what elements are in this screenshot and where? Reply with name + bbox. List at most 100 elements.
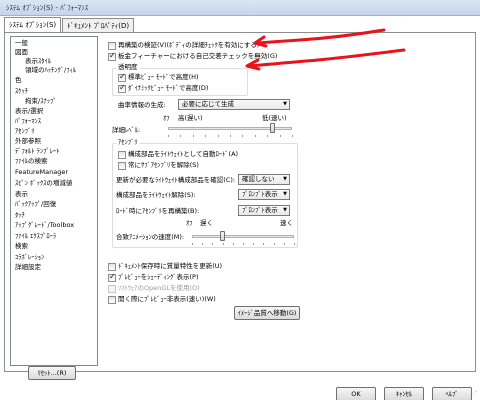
- image-quality-button[interactable]: ｲﾒｰｼﾞ品質へ移動(G): [234, 306, 300, 320]
- dyn-view-quality-checkbox[interactable]: [118, 83, 126, 93]
- slider-tick: [283, 243, 285, 245]
- curvature-value: 必要に応じて生成: [182, 100, 234, 108]
- tree-item-file-explorer[interactable]: ﾌｧｲﾙ ｴｸｽﾌﾟﾛｰﾗ: [15, 232, 56, 241]
- slider-tick: [232, 243, 234, 245]
- anim-speed-label: 合致ｱﾆﾒｰｼｮﾝの速度(M):: [116, 233, 185, 241]
- slider-tick: [205, 135, 207, 137]
- preview-shading-label: ﾌﾟﾚﾋﾞｭｰをｼｪｰﾃﾞｨﾝｸﾞ表示(P): [118, 273, 199, 281]
- tab-system-options[interactable]: ｼｽﾃﾑ ｵﾌﾟｼｮﾝ(S): [4, 17, 62, 32]
- tree-item-advanced[interactable]: 詳細設定: [15, 263, 41, 272]
- detail-high-label: 高(遅い): [178, 114, 203, 122]
- preview-shading-checkbox[interactable]: [108, 272, 116, 282]
- tree-item-colors[interactable]: 色: [15, 76, 22, 85]
- rebuild-on-load-select[interactable]: ﾌﾟﾛﾝﾌﾟﾄ表示 ▼: [238, 205, 290, 216]
- slider-tick: [217, 135, 219, 137]
- slider-tick: [230, 135, 231, 137]
- tree-item-display-style[interactable]: 表示ｽﾀｲﾙ: [25, 57, 51, 66]
- slider-tick: [273, 243, 275, 245]
- anim-fast-label: 速く: [280, 219, 293, 227]
- no-preview-open-label: 開く際にﾌﾟﾚﾋﾞｭｰ非表示(速い)(W): [118, 295, 216, 303]
- anim-off-label: ｵﾌ: [186, 219, 193, 227]
- slider-tick: [180, 135, 182, 137]
- tree-item-view[interactable]: 表示: [15, 190, 28, 199]
- slider-tick: [212, 243, 214, 245]
- tree-item-performance[interactable]: ﾊﾟﾌｫｰﾏﾝｽ: [15, 117, 41, 126]
- software-opengl-checkbox[interactable]: [108, 285, 116, 293]
- rebuild-on-load-label: ﾛｰﾄﾞ時にｱｾﾝﾌﾞﾘを再構築(B):: [116, 207, 200, 215]
- curvature-label: 曲率情報の生成:: [118, 101, 166, 109]
- tree-item-file-locations[interactable]: ﾌｧｲﾙの検索: [15, 157, 48, 166]
- chevron-down-icon: ▼: [283, 207, 287, 213]
- resolve-lightweight-value: ﾌﾟﾛﾝﾌﾟﾄ表示: [242, 190, 278, 198]
- tree-item-toolbox[interactable]: ｱｯﾌﾟｸﾞﾚｰﾄﾞ/Toolbox: [15, 221, 74, 230]
- title-bar: ｼｽﾃﾑ ｵﾌﾟｼｮﾝ(S) - ﾊﾟﾌｫｰﾏﾝｽ: [0, 0, 480, 16]
- tree-item-display-selection[interactable]: 表示/選択: [15, 107, 43, 116]
- tree-item-relations-snaps[interactable]: 拘束/ｽﾅｯﾌﾟ: [25, 97, 56, 106]
- slider-tick: [242, 135, 244, 137]
- slider-tick: [222, 243, 224, 245]
- slider-tick: [294, 243, 295, 245]
- slider-tick: [254, 135, 256, 137]
- reset-button[interactable]: ﾘｾｯﾄ...(R): [28, 366, 76, 380]
- auto-load-lightweight-checkbox[interactable]: [118, 151, 126, 159]
- check-outdated-select[interactable]: 確認しない ▼: [238, 174, 290, 185]
- detail-level-label: 詳細ﾚﾍﾞﾙ:: [112, 126, 141, 134]
- always-resolve-sub-label: 常にｻﾌﾞｱｾﾝﾌﾞﾘを解除(S): [128, 161, 199, 169]
- update-mass-checkbox[interactable]: [108, 263, 116, 271]
- tree-item-featuremanager[interactable]: FeatureManager: [15, 168, 68, 177]
- tree-item-search[interactable]: 検索: [15, 242, 28, 251]
- self-intersect-checkbox[interactable]: [108, 51, 116, 61]
- tree-item-sketch[interactable]: ｽｹｯﾁ: [15, 87, 28, 96]
- category-tree[interactable]: 一般 図面 表示ｽﾀｲﾙ 領域のﾊｯﾁﾝｸﾞ/ﾌｨﾙ 色 ｽｹｯﾁ 拘束/ｽﾅｯ…: [10, 36, 98, 366]
- chevron-down-icon: ▼: [283, 176, 287, 182]
- tree-item-default-templates[interactable]: ﾃﾞﾌｫﾙﾄ ﾃﾝﾌﾟﾚｰﾄ: [15, 147, 59, 156]
- curvature-select[interactable]: 必要に応じて生成 ▼: [178, 99, 290, 110]
- chevron-down-icon: ▼: [283, 191, 287, 197]
- tree-item-backup-recover[interactable]: ﾊﾞｯｸｱｯﾌﾟ/回復: [15, 200, 56, 209]
- transparency-group-label: 透明度: [116, 63, 140, 71]
- tree-item-external-references[interactable]: 外部参照: [15, 137, 41, 146]
- anim-speed-track[interactable]: [192, 235, 294, 238]
- assembly-group-label: ｱｾﾝﾌﾞﾘ: [116, 138, 140, 146]
- std-view-quality-label: 標準ﾋﾞｭｰ ﾓｰﾄﾞで高度(H): [128, 73, 199, 81]
- slider-tick: [168, 135, 169, 137]
- detail-level-slider-thumb[interactable]: [270, 123, 276, 133]
- slider-tick: [192, 243, 193, 245]
- resolve-lightweight-select[interactable]: ﾌﾟﾛﾝﾌﾟﾄ表示 ▼: [238, 189, 290, 200]
- window-title: ｼｽﾃﾑ ｵﾌﾟｼｮﾝ(S) - ﾊﾟﾌｫｰﾏﾝｽ: [6, 4, 89, 12]
- anim-speed-slider-thumb[interactable]: [219, 231, 225, 241]
- help-button[interactable]: ﾍﾙﾌﾟ: [432, 387, 472, 400]
- update-mass-label: ﾄﾞｷｭﾒﾝﾄ保存時に質量特性を更新(U): [118, 262, 223, 270]
- rebuild-on-load-value: ﾌﾟﾛﾝﾌﾟﾄ表示: [242, 206, 278, 214]
- self-intersect-label: 板金フィーチャーにおける自己交差チェックを無効(G): [118, 52, 278, 60]
- slider-tick: [202, 243, 204, 245]
- always-resolve-sub-checkbox[interactable]: [118, 162, 126, 170]
- std-view-quality-checkbox[interactable]: [118, 72, 126, 82]
- slider-tick: [279, 135, 281, 137]
- tree-item-drawings[interactable]: 図面: [15, 48, 28, 57]
- resolve-lightweight-label: 構成部品をﾗｲﾄｳｪｲﾄ解除(S):: [116, 191, 196, 199]
- tree-item-assemblies[interactable]: ｱｾﾝﾌﾞﾘ: [15, 127, 35, 136]
- dyn-view-quality-label: ﾀﾞｲﾅﾐｯｸﾋﾞｭｰ ﾓｰﾄﾞで高度(D): [128, 84, 209, 92]
- tree-item-spin-box[interactable]: ｽﾋﾟﾝ ﾎﾞｯｸｽの増減値: [15, 179, 72, 188]
- slider-tick: [292, 135, 293, 137]
- no-preview-open-checkbox[interactable]: [108, 296, 116, 304]
- anim-slow-label: 遅く: [200, 219, 213, 227]
- tab-document-properties[interactable]: ﾄﾞｷｭﾒﾝﾄ ﾌﾟﾛﾊﾟﾃｨ(D): [62, 18, 135, 32]
- resize-grip-icon[interactable]: ⋰: [470, 390, 478, 398]
- tree-item-area-hatch[interactable]: 領域のﾊｯﾁﾝｸﾞ/ﾌｨﾙ: [25, 66, 76, 75]
- ok-button[interactable]: OK: [336, 387, 376, 400]
- check-outdated-value: 確認しない: [242, 175, 275, 183]
- tree-item-general[interactable]: 一般: [15, 39, 28, 48]
- slider-tick: [263, 243, 265, 245]
- tree-item-collaboration[interactable]: ｺﾗﾎﾞﾚｰｼｮﾝ: [15, 253, 44, 262]
- auto-load-lightweight-label: 構成部品をﾗｲﾄｳｪｲﾄとして自動ﾛｰﾄﾞ(A): [128, 150, 239, 158]
- rebuild-verify-label: 再構築の検証(V)(ﾎﾞﾃﾞｨの詳細ﾁｪｯｸを有効にする): [118, 41, 260, 49]
- tree-item-touch[interactable]: ﾀｯﾁ: [15, 211, 25, 220]
- detail-fast-label: 低(速い): [262, 114, 287, 122]
- chevron-down-icon: ▼: [283, 101, 287, 107]
- cancel-button[interactable]: ｷｬﾝｾﾙ: [384, 387, 424, 400]
- slider-tick: [192, 135, 194, 137]
- rebuild-verify-checkbox[interactable]: [108, 42, 116, 50]
- software-opengl-label: ｿﾌﾄｳｪｱのOpenGLを使用(O): [118, 284, 200, 292]
